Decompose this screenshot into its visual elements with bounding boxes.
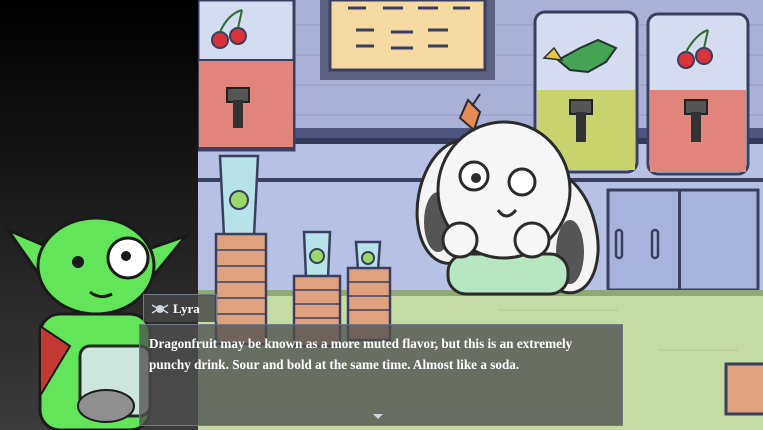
dialogue-text: Dragonfruit may be known as a more muted… bbox=[149, 333, 612, 375]
spider-icon bbox=[150, 301, 170, 317]
dialogue-box[interactable]: Dragonfruit may be known as a more muted… bbox=[139, 324, 623, 426]
cherry-dispenser bbox=[198, 0, 294, 150]
game-screen[interactable]: Lyra Dragonfruit may be known as a more … bbox=[0, 0, 763, 430]
cherry-dispenser-right bbox=[648, 14, 748, 174]
advance-arrow-icon[interactable] bbox=[373, 414, 383, 419]
speaker-nameplate: Lyra bbox=[143, 294, 217, 322]
speaker-name: Lyra bbox=[173, 301, 200, 317]
counter-box bbox=[726, 364, 763, 414]
